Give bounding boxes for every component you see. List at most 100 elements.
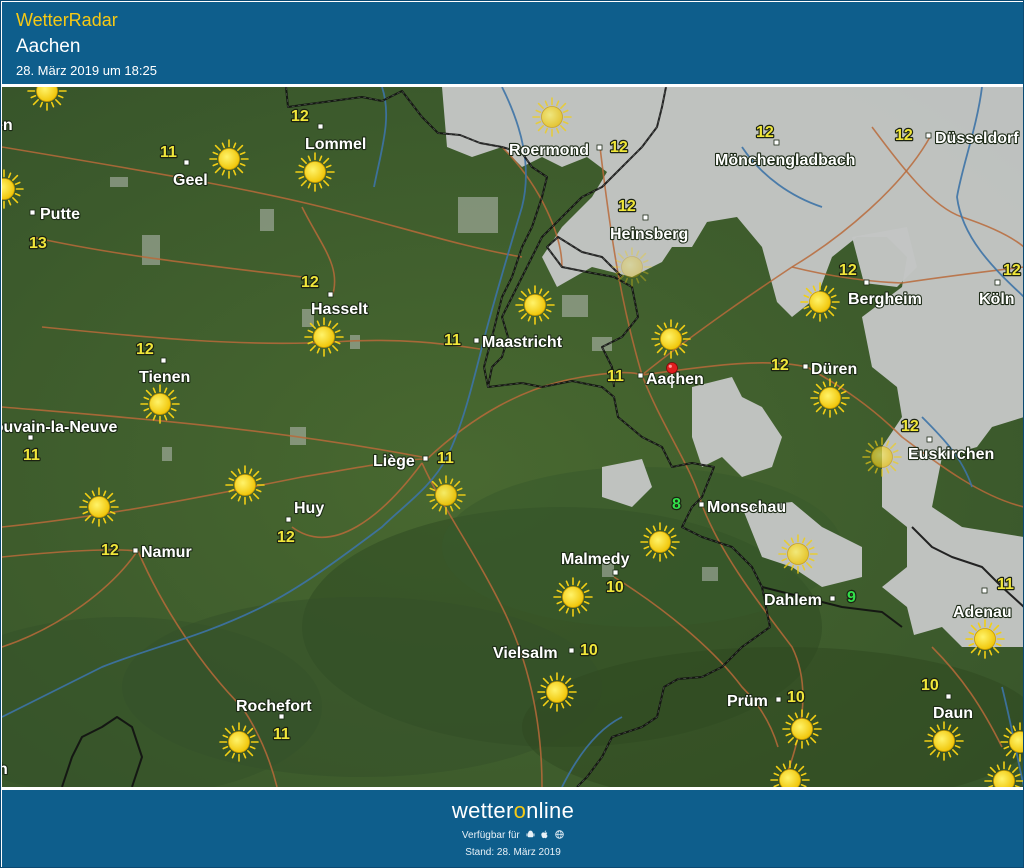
city-label-partial: en xyxy=(2,117,13,134)
city-label: Prüm xyxy=(727,693,768,710)
city-label: Heinsberg xyxy=(610,226,688,243)
temperature-label: 12 xyxy=(1003,262,1021,279)
city-label: Vielsalm xyxy=(493,645,558,662)
temperature-label: 10 xyxy=(787,689,805,706)
cloud-fleck xyxy=(260,209,274,231)
temperature-label: 11 xyxy=(437,450,454,467)
wetteronline-logo[interactable]: wetteronline xyxy=(2,798,1023,824)
radar-map-canvas[interactable]: Lommel 12 Geel 11 Putte 13 Roermond 12 M… xyxy=(2,87,1024,787)
cloud-fleck xyxy=(162,447,172,461)
temperature-label: 11 xyxy=(607,368,624,385)
sun-icon xyxy=(640,522,680,562)
city-dot xyxy=(612,569,619,576)
temperature-label: 11 xyxy=(160,144,177,161)
city-dot xyxy=(317,123,324,130)
sun-icon xyxy=(209,139,249,179)
cloud-fleck xyxy=(458,197,498,233)
logo-part-accent: o xyxy=(513,798,527,823)
city-dot xyxy=(422,455,429,462)
brand-title: WetterRadar xyxy=(16,10,118,30)
city-dot xyxy=(925,132,932,139)
temperature-label: 12 xyxy=(618,198,636,215)
city-label: Hasselt xyxy=(311,301,369,318)
temperature-label: 10 xyxy=(606,579,624,596)
app-header: WetterRadar Aachen 28. März 2019 um 18:2… xyxy=(2,2,1023,84)
availability-text: Verfügbar für xyxy=(461,830,520,841)
city-dot xyxy=(327,291,334,298)
city-label: Daun xyxy=(933,705,973,722)
temperature-label: 13 xyxy=(29,235,47,252)
weather-radar-app: WetterRadar Aachen 28. März 2019 um 18:2… xyxy=(0,0,1024,868)
city-dot xyxy=(637,372,644,379)
app-footer: wetteronline Verfügbar für Stand: 28. Mä… xyxy=(2,790,1023,867)
web-icon[interactable] xyxy=(555,830,564,839)
city-dot xyxy=(945,693,952,700)
sun-icon xyxy=(782,709,822,749)
sun-icon xyxy=(304,317,344,357)
temperature-label: 12 xyxy=(771,357,789,374)
sun-icon xyxy=(924,721,964,761)
city-label: Maastricht xyxy=(482,334,563,351)
city-label: Geel xyxy=(173,172,208,189)
cloud-fleck xyxy=(110,177,128,187)
city-label: Mönchengladbach xyxy=(715,152,855,169)
city-label: Lommel xyxy=(305,136,366,153)
sun-icon xyxy=(965,619,1005,659)
temperature-label: 11 xyxy=(273,726,290,743)
city-dot xyxy=(773,139,780,146)
city-dot xyxy=(775,696,782,703)
sun-icon xyxy=(810,378,850,418)
temperature-label: 12 xyxy=(756,124,774,141)
city-label: Roermond xyxy=(509,142,589,159)
data-stand: Stand: 28. März 2019 xyxy=(465,847,561,858)
city-dot xyxy=(926,436,933,443)
temperature-label: 12 xyxy=(610,139,628,156)
temperature-label: 11 xyxy=(997,576,1014,593)
cloud-fleck xyxy=(142,235,160,265)
sun-icon xyxy=(800,282,840,322)
city-dot xyxy=(285,516,292,523)
city-dot xyxy=(473,337,480,344)
city-dot xyxy=(994,279,1001,286)
city-label: Liège xyxy=(373,453,415,470)
city-label: Rochefort xyxy=(236,698,312,715)
cloud-fleck xyxy=(562,295,588,317)
sun-icon xyxy=(651,319,691,359)
city-label: Euskirchen xyxy=(908,446,994,463)
city-dot xyxy=(829,595,836,602)
temperature-label: 12 xyxy=(277,529,295,546)
city-label: Bergheim xyxy=(848,291,922,308)
temperature-label: 12 xyxy=(291,108,309,125)
city-dot xyxy=(183,159,190,166)
cloud-fleck xyxy=(702,567,718,581)
sun-icon xyxy=(79,487,119,527)
city-label: Dahlem xyxy=(764,592,822,609)
temperature-label: 8 xyxy=(672,496,681,513)
temperature-label: 12 xyxy=(101,542,119,559)
radar-timestamp: 28. März 2019 um 18:25 xyxy=(16,63,157,78)
city-label: Tienen xyxy=(139,369,190,386)
sun-icon xyxy=(537,672,577,712)
city-dot xyxy=(160,357,167,364)
city-dot xyxy=(642,214,649,221)
apple-icon[interactable] xyxy=(540,830,549,839)
city-label: Adenau xyxy=(953,604,1012,621)
temperature-label: 10 xyxy=(580,642,598,659)
city-label: Aachen xyxy=(646,371,704,388)
availability-line: Verfügbar für xyxy=(2,830,1023,841)
city-dot xyxy=(863,279,870,286)
temperature-label: 11 xyxy=(23,447,40,464)
sun-icon xyxy=(219,722,259,762)
radar-map[interactable]: Lommel 12 Geel 11 Putte 13 Roermond 12 M… xyxy=(2,87,1024,787)
city-dot xyxy=(132,547,139,554)
temperature-label: 12 xyxy=(901,418,919,435)
city-dot xyxy=(698,501,705,508)
city-label: Düren xyxy=(811,361,857,378)
logo-part: nline xyxy=(526,798,575,823)
temperature-label: 12 xyxy=(136,341,154,358)
location-name: Aachen xyxy=(16,36,81,57)
city-label: Putte xyxy=(40,206,80,223)
sun-icon xyxy=(778,534,818,574)
sun-icon xyxy=(295,152,335,192)
android-icon[interactable] xyxy=(526,830,535,839)
